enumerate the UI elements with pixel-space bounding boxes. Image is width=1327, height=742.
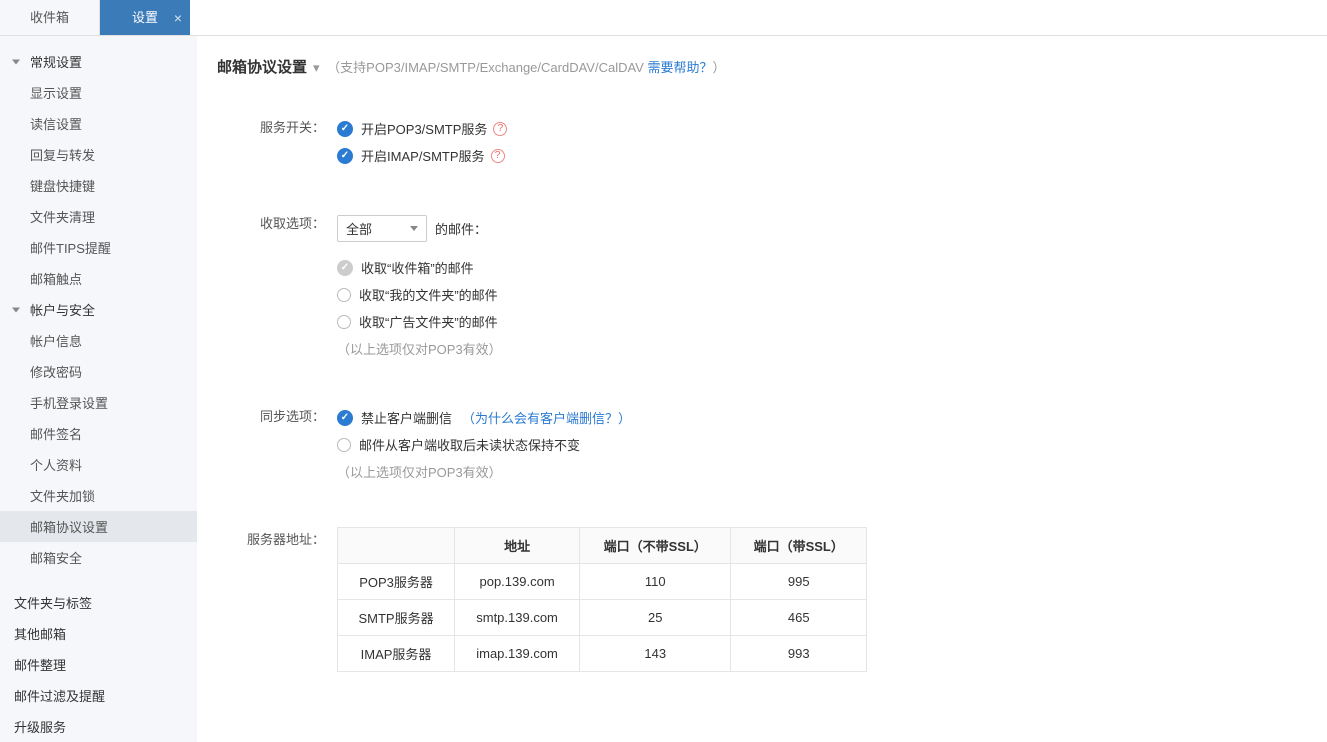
table-row: SMTP服务器smtp.139.com25465 bbox=[338, 600, 867, 636]
th-port-nossl: 端口（不带SSL） bbox=[580, 528, 731, 564]
sidebar-item[interactable]: 显示设置 bbox=[0, 77, 197, 108]
main-content: 邮箱协议设置 ▾ （支持POP3/IMAP/SMTP/Exchange/Card… bbox=[197, 36, 1327, 742]
chevron-down-icon bbox=[12, 59, 20, 64]
sidebar-item[interactable]: 手机登录设置 bbox=[0, 387, 197, 418]
sidebar-item[interactable]: 升级服务 bbox=[0, 711, 197, 742]
sidebar-item[interactable]: 读信设置 bbox=[0, 108, 197, 139]
sync-s1-label: 禁止客户端删信 bbox=[361, 408, 452, 427]
opt-imapssmtp-label: 开启IMAP/SMTP服务 bbox=[361, 146, 485, 165]
receive-r3-label: 收取“广告文件夹”的邮件 bbox=[359, 312, 498, 331]
sidebar-item[interactable]: 邮件签名 bbox=[0, 418, 197, 449]
sync-option-label: 同步选项： bbox=[217, 404, 337, 485]
sidebar-group-label: 帐户与安全 bbox=[30, 303, 95, 318]
th-address: 地址 bbox=[455, 528, 580, 564]
sidebar-item[interactable]: 个人资料 bbox=[0, 449, 197, 480]
server-table: 地址 端口（不带SSL） 端口（带SSL） POP3服务器pop.139.com… bbox=[337, 527, 867, 672]
checkbox-inbox-only[interactable] bbox=[337, 260, 353, 276]
server-address-label: 服务器地址： bbox=[217, 527, 337, 672]
receive-option-label: 收取选项： bbox=[217, 211, 337, 362]
sidebar-item[interactable]: 邮箱安全 bbox=[0, 542, 197, 573]
tab-inbox[interactable]: 收件箱 bbox=[0, 0, 100, 35]
table-cell: 993 bbox=[731, 636, 867, 672]
th-port-ssl: 端口（带SSL） bbox=[731, 528, 867, 564]
sidebar-item[interactable]: 其他邮箱 bbox=[0, 618, 197, 649]
radio-adfolder[interactable] bbox=[337, 315, 351, 329]
table-cell: pop.139.com bbox=[455, 564, 580, 600]
tab-bar: 收件箱 设置 × bbox=[0, 0, 1327, 36]
receive-r1-label: 收取“收件箱”的邮件 bbox=[361, 258, 474, 277]
why-delete-link[interactable]: （为什么会有客户端删信？） bbox=[462, 408, 631, 427]
sidebar-group-general[interactable]: 常规设置 bbox=[0, 46, 197, 77]
sidebar-group-label: 常规设置 bbox=[30, 55, 82, 70]
tab-settings-label: 设置 bbox=[132, 10, 158, 25]
sidebar-item[interactable]: 文件夹清理 bbox=[0, 201, 197, 232]
sidebar-item[interactable]: 回复与转发 bbox=[0, 139, 197, 170]
opt-pop3smtp-label: 开启POP3/SMTP服务 bbox=[361, 119, 487, 138]
sync-note: （以上选项仅对POP3有效） bbox=[337, 458, 1327, 485]
table-row: IMAP服务器imap.139.com143993 bbox=[338, 636, 867, 672]
caret-down-icon: ▾ bbox=[313, 60, 320, 75]
table-cell: 25 bbox=[580, 600, 731, 636]
sidebar-item[interactable]: 文件夹加锁 bbox=[0, 480, 197, 511]
radio-myfolder[interactable] bbox=[337, 288, 351, 302]
sidebar-item[interactable]: 键盘快捷键 bbox=[0, 170, 197, 201]
table-cell: imap.139.com bbox=[455, 636, 580, 672]
close-icon[interactable]: × bbox=[174, 0, 182, 36]
receive-r2-label: 收取“我的文件夹”的邮件 bbox=[359, 285, 498, 304]
chevron-down-icon bbox=[12, 307, 20, 312]
sidebar-item[interactable]: 邮件TIPS提醒 bbox=[0, 232, 197, 263]
table-cell: 143 bbox=[580, 636, 731, 672]
help-link[interactable]: 需要帮助？ bbox=[647, 60, 712, 75]
sidebar-item[interactable]: 邮件过滤及提醒 bbox=[0, 680, 197, 711]
sidebar-item[interactable]: 修改密码 bbox=[0, 356, 197, 387]
receive-select-value: 全部 bbox=[346, 219, 372, 238]
table-cell: SMTP服务器 bbox=[338, 600, 455, 636]
help-icon[interactable]: ? bbox=[491, 149, 505, 163]
chevron-down-icon bbox=[410, 226, 418, 231]
sidebar-item[interactable]: 邮箱触点 bbox=[0, 263, 197, 294]
sidebar-item[interactable]: 邮件整理 bbox=[0, 649, 197, 680]
receive-select[interactable]: 全部 bbox=[337, 215, 427, 242]
sync-s2-label: 邮件从客户端收取后未读状态保持不变 bbox=[359, 435, 580, 454]
table-cell: smtp.139.com bbox=[455, 600, 580, 636]
help-icon[interactable]: ? bbox=[493, 122, 507, 136]
sidebar-group-account[interactable]: 帐户与安全 bbox=[0, 294, 197, 325]
sidebar: 常规设置 显示设置读信设置回复与转发键盘快捷键文件夹清理邮件TIPS提醒邮箱触点… bbox=[0, 36, 197, 742]
tab-inbox-label: 收件箱 bbox=[30, 10, 69, 25]
table-cell: 995 bbox=[731, 564, 867, 600]
page-title: 邮箱协议设置 bbox=[217, 56, 307, 77]
table-cell: IMAP服务器 bbox=[338, 636, 455, 672]
table-cell: POP3服务器 bbox=[338, 564, 455, 600]
sidebar-item[interactable]: 文件夹与标签 bbox=[0, 587, 197, 618]
receive-suffix: 的邮件： bbox=[435, 219, 487, 238]
th-blank bbox=[338, 528, 455, 564]
receive-note: （以上选项仅对POP3有效） bbox=[337, 335, 1327, 362]
page-subtitle: ▾ （支持POP3/IMAP/SMTP/Exchange/CardDAV/Cal… bbox=[309, 57, 725, 76]
checkbox-pop3smtp[interactable] bbox=[337, 121, 353, 137]
radio-keep-unread[interactable] bbox=[337, 438, 351, 452]
sidebar-item[interactable]: 帐户信息 bbox=[0, 325, 197, 356]
table-row: POP3服务器pop.139.com110995 bbox=[338, 564, 867, 600]
service-switch-label: 服务开关： bbox=[217, 115, 337, 169]
checkbox-forbid-delete[interactable] bbox=[337, 410, 353, 426]
table-cell: 465 bbox=[731, 600, 867, 636]
tab-settings[interactable]: 设置 × bbox=[100, 0, 190, 35]
checkbox-imapssmtp[interactable] bbox=[337, 148, 353, 164]
table-cell: 110 bbox=[580, 564, 731, 600]
sidebar-item[interactable]: 邮箱协议设置 bbox=[0, 511, 197, 542]
